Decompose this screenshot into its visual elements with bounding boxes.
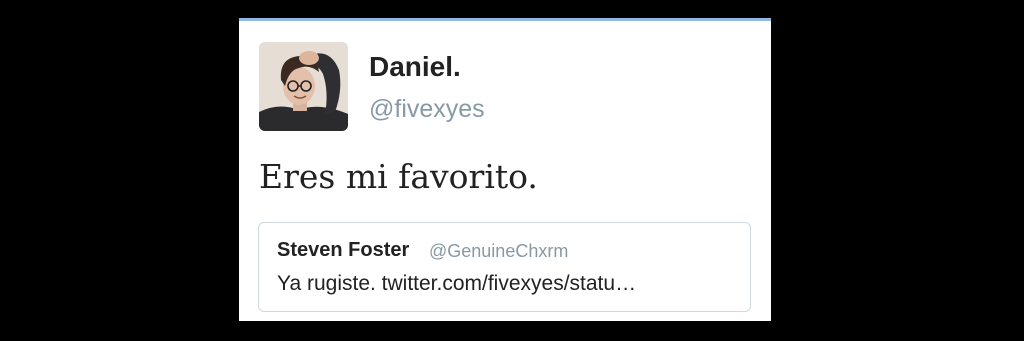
tweet-card[interactable]: Daniel. @fivexyes Eres mi favorito. Stev… <box>239 18 771 321</box>
quoted-tweet[interactable]: Steven Foster @GenuineChxrm Ya rugiste. … <box>258 222 751 312</box>
quoted-author-name: Steven Foster <box>277 239 410 261</box>
quoted-tweet-text: Ya rugiste. twitter.com/fivexyes/statu… <box>277 272 637 295</box>
quoted-author-handle: @GenuineChxrm <box>429 241 569 261</box>
profile-photo-icon <box>259 42 348 131</box>
author-display-name[interactable]: Daniel. <box>369 51 461 83</box>
author-handle[interactable]: @fivexyes <box>369 95 485 124</box>
tweet-text: Eres mi favorito. <box>259 157 538 196</box>
author-avatar[interactable] <box>259 42 348 131</box>
